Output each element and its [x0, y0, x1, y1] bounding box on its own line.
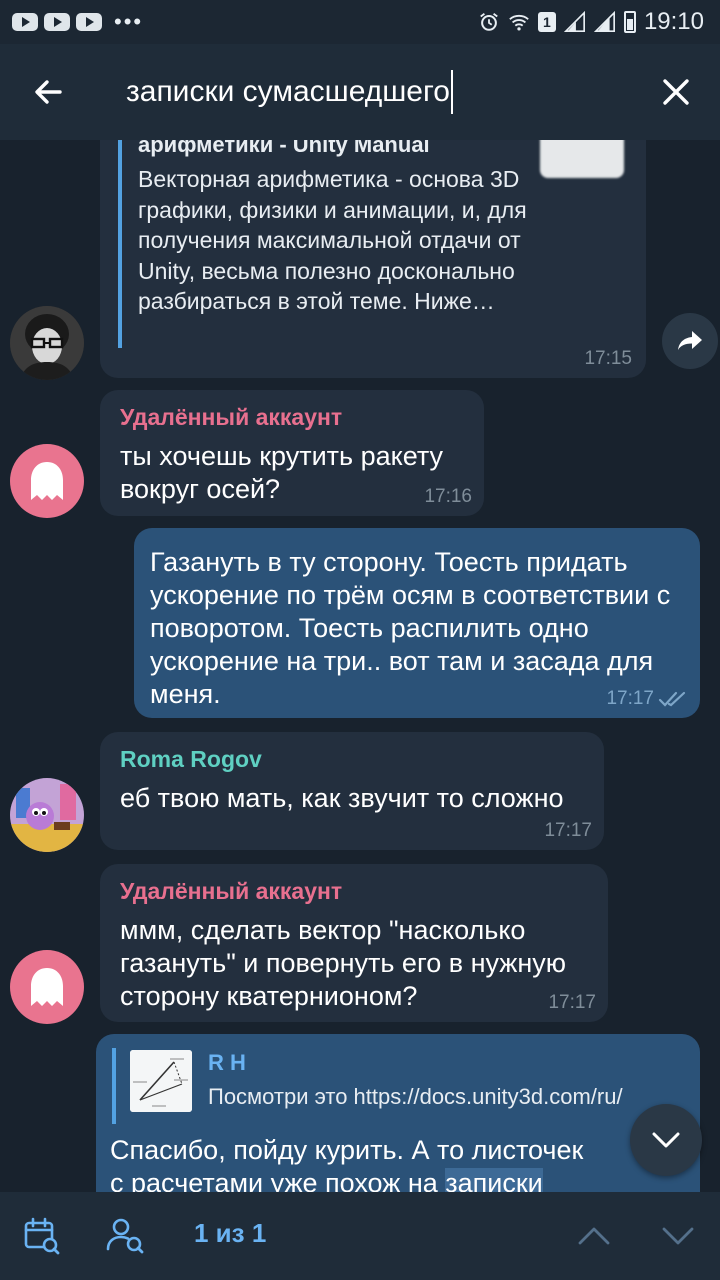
reply-quote[interactable]: R H Посмотри это https://docs.unity3d.co… [112, 1048, 682, 1124]
link-preview[interactable]: арифметики - Unity Manual Векторная ариф… [118, 140, 558, 348]
avatar[interactable] [10, 306, 84, 380]
message-text: Газануть в ту сторону. Тоесть придать ус… [150, 547, 671, 709]
share-arrow-icon [678, 331, 702, 350]
youtube-notification-icon [76, 13, 102, 31]
close-icon [663, 79, 689, 105]
chevron-up-icon [578, 1227, 610, 1245]
sender-name: Удалённый аккаунт [120, 404, 343, 430]
message-text: ты хочешь крутить ракету вокруг осей? [120, 441, 444, 504]
link-preview-description: Векторная арифметика - основа 3D графики… [138, 166, 527, 314]
message-bubble[interactable]: Roma Rogov еб твою мать, как звучит то с… [100, 732, 604, 850]
message-text-fragment: с расчетами уже похож на [110, 1168, 446, 1192]
message-time: 17:17 [548, 992, 596, 1013]
clear-search-button[interactable] [646, 62, 706, 122]
reply-text: Посмотри это https://docs.unity3d.com/ru… [208, 1084, 623, 1109]
reply-sender-name: R H [208, 1050, 246, 1075]
message-bubble[interactable]: арифметики - Unity Manual Векторная ариф… [100, 140, 646, 378]
chevron-down-icon [652, 1132, 680, 1148]
search-highlight: записки [445, 1168, 543, 1192]
link-preview-title: арифметики - Unity Manual [138, 140, 430, 157]
arrow-left-icon [35, 80, 62, 104]
share-button[interactable] [662, 313, 718, 369]
next-result-button[interactable] [654, 1212, 702, 1260]
signal-icon [563, 11, 585, 32]
status-bar: ••• 1 19:10 [0, 0, 720, 44]
chevron-down-icon [662, 1227, 694, 1245]
link-preview-thumbnail [540, 140, 624, 178]
message-list[interactable]: арифметики - Unity Manual Векторная ариф… [0, 140, 720, 1192]
signal-icon [593, 11, 615, 32]
scroll-down-button[interactable] [630, 1104, 702, 1176]
sender-name: Удалённый аккаунт [120, 878, 343, 904]
message-bubble[interactable]: Удалённый аккаунт ммм, сделать вектор "н… [100, 864, 608, 1022]
sender-name: Roma Rogov [120, 746, 262, 772]
message-bubble[interactable]: Удалённый аккаунт ты хочешь крутить раке… [100, 390, 484, 516]
double-check-icon [658, 691, 686, 707]
search-navigation-bar: 1 из 1 [0, 1192, 720, 1280]
previous-result-button[interactable] [570, 1212, 618, 1260]
message-time: 17:16 [424, 486, 472, 507]
search-input[interactable]: записки сумасшедшего [126, 70, 453, 114]
calendar-search-icon [24, 1217, 60, 1255]
search-by-date-button[interactable] [18, 1212, 66, 1260]
clock: 19:10 [643, 8, 704, 35]
reply-thumbnail [130, 1050, 192, 1112]
message-time: 17:17 [544, 820, 592, 841]
message-bubble-outgoing[interactable]: R H Посмотри это https://docs.unity3d.co… [96, 1034, 700, 1192]
deleted-account-ghost-icon [31, 968, 63, 1006]
alarm-icon [480, 13, 498, 31]
message-text-line: Спасибо, пойду курить. А то листочек [110, 1135, 584, 1165]
message-bubble-outgoing[interactable]: Газануть в ту сторону. Тоесть придать ус… [134, 528, 700, 718]
message-text: Спасибо, пойду курить. А то листочек с р… [110, 1134, 583, 1192]
search-results-counter: 1 из 1 [194, 1218, 267, 1248]
sim-badge: 1 [537, 12, 556, 32]
deleted-account-ghost-icon [31, 462, 63, 500]
avatar[interactable] [10, 778, 84, 852]
avatar[interactable] [10, 444, 84, 518]
avatar[interactable] [10, 950, 84, 1024]
battery-icon [623, 11, 636, 33]
search-header: записки сумасшедшего [0, 44, 720, 140]
message-text: еб твою мать, как звучит то сложно [120, 783, 564, 813]
notification-icons: ••• [12, 9, 144, 34]
message-text: ммм, сделать вектор "насколько газануть"… [120, 915, 567, 1011]
message-time: 17:17 [606, 688, 654, 709]
message-time: 17:15 [584, 348, 632, 369]
message-text-line: с расчетами уже похож на записки [110, 1167, 583, 1192]
wifi-icon [509, 14, 529, 31]
user-search-icon [106, 1218, 144, 1254]
search-by-user-button[interactable] [102, 1212, 150, 1260]
back-button[interactable] [0, 44, 96, 140]
youtube-notification-icon [12, 13, 38, 31]
more-notifications-icon: ••• [114, 9, 144, 34]
youtube-notification-icon [44, 13, 70, 31]
system-icons: 1 19:10 [478, 8, 704, 36]
